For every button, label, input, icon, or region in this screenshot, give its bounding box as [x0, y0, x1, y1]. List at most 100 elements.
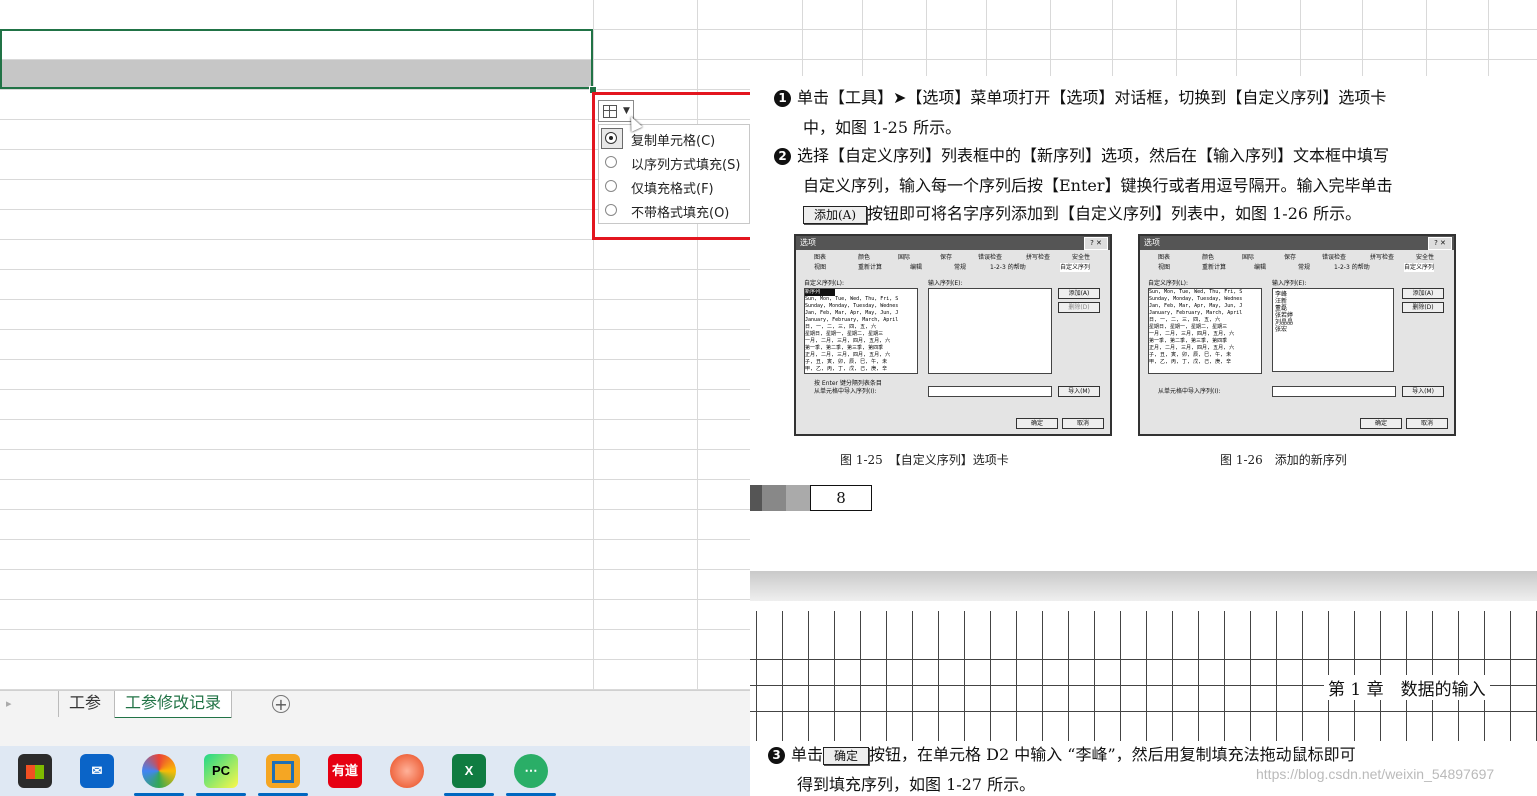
book-grid-line [1276, 611, 1277, 741]
book-grid-line [1250, 611, 1251, 741]
book-grid-line [808, 611, 809, 741]
gridline [1050, 0, 1051, 76]
gridline [0, 479, 750, 480]
step-2-line-1: 2 选择【自定义序列】列表框中的【新序列】选项，然后在【输入序列】文本框中填写 [774, 142, 1389, 166]
auto-fill-icon [603, 105, 617, 118]
gridline [750, 59, 1537, 60]
step-1-line-2: 中，如图 1-25 所示。 [803, 118, 962, 137]
book-grid-line [1510, 611, 1511, 741]
book-grid-line [964, 611, 965, 741]
figure-caption: 图 1-26 添加的新序列 [1220, 453, 1347, 467]
custom-lists-box: Sun, Mon, Tue, Wed, Thu, Fri, S Sunday, … [1148, 288, 1262, 374]
options-dialog-figure-2: 选项 ? ✕ 图表 颜色 国际 保存 错误检查 拼写检查 安全性 视图 重新计算… [1138, 234, 1456, 436]
page-number: 8 [810, 485, 872, 511]
add-button-figure: 添加(A) [803, 206, 868, 224]
gridline [0, 419, 750, 420]
book-grid-line [990, 611, 991, 741]
book-grid-line [1172, 611, 1173, 741]
gridline [986, 0, 987, 76]
autofill-without-formatting[interactable]: 不带格式填充(O) [599, 199, 749, 223]
book-grid-line [1198, 611, 1199, 741]
step-2-line-2: 自定义序列，输入每一个序列后按【Enter】键换行或者用逗号隔开。输入完毕单击 [803, 176, 1393, 195]
radio-icon [605, 156, 617, 168]
gridline [0, 509, 750, 510]
book-grid-line [1302, 611, 1303, 741]
gridline [750, 29, 1537, 30]
gridline [0, 599, 750, 600]
step-1-line-1: 1 单击【工具】➤【选项】菜单项打开【选项】对话框，切换到【自定义序列】选项卡 [774, 84, 1386, 108]
book-grid-line [782, 611, 783, 741]
wechat-icon[interactable]: ⋯ [514, 754, 548, 788]
browser-icon[interactable] [142, 754, 176, 788]
tab-scroll-icon[interactable]: ▸ [6, 697, 12, 710]
vmware-icon[interactable] [266, 754, 300, 788]
custom-lists-box: 新序列 Sun, Mon, Tue, Wed, Thu, Fri, S Sund… [804, 288, 918, 374]
gridline [0, 299, 750, 300]
chevron-down-icon: ▼ [623, 106, 630, 116]
gridline [1488, 0, 1489, 76]
book-page-image: 1 单击【工具】➤【选项】菜单项打开【选项】对话框，切换到【自定义序列】选项卡 中… [750, 76, 1537, 571]
gridline [0, 629, 750, 630]
gridline [1176, 0, 1177, 76]
gridline [0, 389, 750, 390]
mail-icon[interactable]: ✉ [80, 754, 114, 788]
page-gap [750, 571, 1537, 601]
autofill-fill-series[interactable]: 以序列方式填充(S) [599, 151, 749, 175]
gridline [862, 0, 863, 76]
snail-app-icon[interactable] [390, 754, 424, 788]
gridline [1112, 0, 1113, 76]
gridline [0, 569, 750, 570]
figure-caption: 图 1-25 【自定义序列】选项卡 [840, 453, 1009, 467]
dialog-tabs: 图表 颜色 国际 保存 错误检查 拼写检查 安全性 视图 重新计算 编辑 常规 … [1158, 254, 1435, 272]
menu-item-label: 以序列方式填充(S) [631, 158, 741, 173]
menu-item-label: 仅填充格式(F) [631, 182, 714, 197]
radio-icon [605, 180, 617, 192]
ok-button-figure: 确定 [823, 747, 870, 765]
gridline [0, 659, 750, 660]
step-3-line-2: 得到填充序列，如图 1-27 所示。 [797, 775, 1036, 794]
auto-fill-options-menu: 复制单元格(C) 以序列方式填充(S) 仅填充格式(F) 不带格式填充(O) [598, 124, 750, 224]
autofill-copy-cells[interactable]: 复制单元格(C) [599, 127, 749, 151]
dialog-tabs: 图表 颜色 国际 保存 错误检查 拼写检查 安全性 视图 重新计算 编辑 常规 … [814, 254, 1091, 272]
gridline [1300, 0, 1301, 76]
autofill-formatting-only[interactable]: 仅填充格式(F) [599, 175, 749, 199]
chapter-title: 第 1 章 数据的输入 [1324, 675, 1490, 700]
menu-item-label: 不带格式填充(O) [631, 206, 730, 221]
youdao-icon[interactable]: 有道 [328, 754, 362, 788]
list-entries-box [928, 288, 1052, 374]
menu-item-label: 复制单元格(C) [631, 134, 716, 149]
book-grid-line [912, 611, 913, 741]
book-grid-line [1146, 611, 1147, 741]
options-dialog-figure-1: 选项 ? ✕ 图表 颜色 国际 保存 错误检查 拼写检查 安全性 视图 重新计算… [794, 234, 1112, 436]
book-grid-line [1224, 611, 1225, 741]
book-grid-line [886, 611, 887, 741]
radio-icon [605, 204, 617, 216]
gridline [802, 0, 803, 76]
close-icon: ? ✕ [1428, 237, 1452, 250]
gridline [0, 449, 750, 450]
sheet-tab[interactable]: 工参 [58, 691, 111, 717]
radio-icon [605, 132, 617, 144]
step-3-line-1: 3 单击 确定 按钮，在单元格 D2 中输入 “李峰”，然后用复制填充法拖动鼠标即可 [768, 741, 1356, 765]
background-sheet-continuation [750, 0, 1537, 76]
dialog-title: 选项 [1140, 236, 1454, 250]
excel-icon[interactable]: X [452, 754, 486, 788]
gridline [0, 269, 750, 270]
book-grid-line [860, 611, 861, 741]
step-2-line-3: 添加(A) 按钮即可将名字序列添加到【自定义序列】列表中，如图 1-26 所示。 [803, 200, 1361, 224]
close-icon: ? ✕ [1084, 237, 1108, 250]
selection-range [0, 29, 593, 89]
book-grid-line [938, 611, 939, 741]
gridline [0, 359, 750, 360]
gridline [0, 89, 750, 90]
book-grid-line [1094, 611, 1095, 741]
pycharm-icon[interactable]: PC [204, 754, 238, 788]
gridline [1236, 0, 1237, 76]
plus-circle-icon[interactable]: + [272, 695, 290, 713]
sheet-tab-active[interactable]: 工参修改记录 [114, 691, 233, 720]
book-grid-line [1016, 611, 1017, 741]
status-bar [0, 718, 750, 746]
book-grid-line [750, 659, 1537, 660]
store-icon[interactable] [18, 754, 52, 788]
gridline [1362, 0, 1363, 76]
